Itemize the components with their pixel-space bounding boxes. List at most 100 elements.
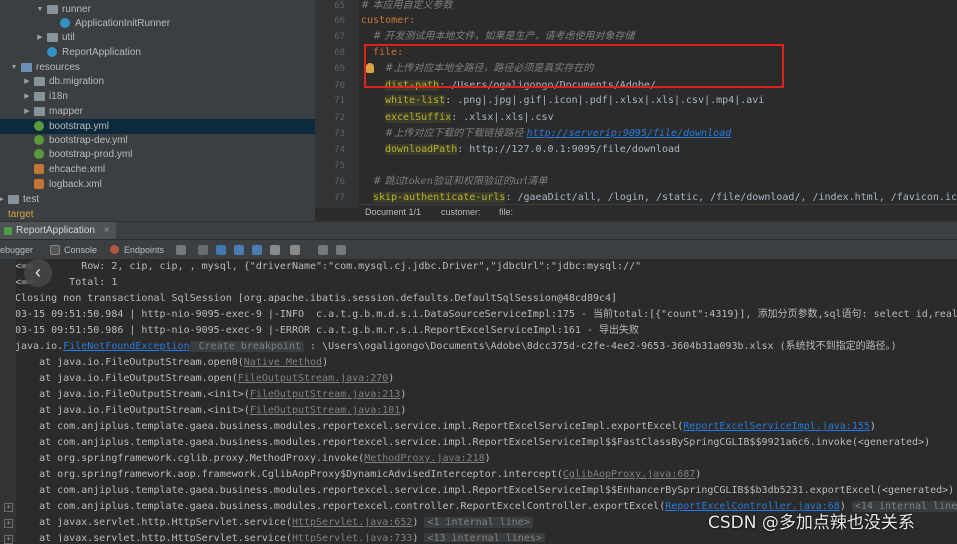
debugger-tab-label: ebugger <box>0 245 34 255</box>
console-line: at java.io.FileOutputStream.open(FileOut… <box>15 373 395 384</box>
code-editor[interactable]: # 本应用自定义参数 customer: # 开发测试用本地文件，如果是生产，请考虑… <box>359 0 957 208</box>
tree-item-label: bootstrap-prod.yml <box>49 149 133 160</box>
list-icon[interactable] <box>336 245 346 255</box>
back-arrow-icon[interactable]: ‹ <box>24 259 52 287</box>
folder-icon <box>34 107 45 116</box>
tree-item-bootstrap-prod-yml[interactable]: bootstrap-prod.yml <box>0 147 315 162</box>
tree-item-label: i18n <box>49 91 68 102</box>
line-number: 75 <box>334 161 345 171</box>
tree-item-bootstrap-dev-yml[interactable]: bootstrap-dev.yml <box>0 133 315 148</box>
tree-item-label: mapper <box>49 106 83 117</box>
tree-item-util[interactable]: ▶ util <box>0 30 315 45</box>
chevron-right-icon[interactable]: ▶ <box>0 192 6 207</box>
tree-item-label: util <box>62 32 75 43</box>
tree-item-i18n[interactable]: ▶ i18n <box>0 89 315 104</box>
folder-icon <box>34 77 45 86</box>
tree-item-bootstrap-yml[interactable]: bootstrap.yml <box>0 119 315 134</box>
console-line: at org.springframework.aop.framework.Cgl… <box>15 469 702 480</box>
chevron-right-icon[interactable]: ▶ <box>22 104 32 119</box>
line-number: 68 <box>334 48 345 58</box>
layout-icon[interactable] <box>176 245 186 255</box>
breadcrumb-customer[interactable]: customer: <box>441 205 481 219</box>
force-step-into-icon[interactable] <box>234 245 244 255</box>
folder-icon <box>47 33 58 42</box>
drop-frame-icon[interactable] <box>270 245 280 255</box>
console-line: at com.anjiplus.template.gaea.business.m… <box>15 485 955 496</box>
folder-icon <box>47 5 58 14</box>
step-into-icon[interactable] <box>216 245 226 255</box>
step-out-icon[interactable] <box>252 245 262 255</box>
chevron-right-icon[interactable]: ▶ <box>22 74 32 89</box>
expand-icon[interactable]: + <box>4 519 13 528</box>
console-line: 03-15 09:51:50.986 | http-nio-9095-exec-… <box>15 325 639 336</box>
tree-item-label: ehcache.xml <box>49 164 106 175</box>
tree-item-mapper[interactable]: ▶ mapper <box>0 104 315 119</box>
run-to-cursor-icon[interactable] <box>290 245 300 255</box>
close-icon[interactable]: × <box>104 225 110 236</box>
evaluate-icon[interactable] <box>318 245 328 255</box>
chevron-right-icon[interactable]: ▶ <box>22 89 32 104</box>
tree-item-reportapplication[interactable]: ReportApplication <box>0 45 315 60</box>
console-line: at java.io.FileOutputStream.<init>(FileO… <box>15 405 407 416</box>
expand-icon[interactable]: + <box>4 535 13 544</box>
yaml-file-icon <box>34 121 44 131</box>
expand-icon[interactable]: + <box>4 503 13 512</box>
tree-item-label: ReportApplication <box>62 47 141 58</box>
chevron-down-icon[interactable]: ▼ <box>35 2 45 17</box>
tree-item-label: bootstrap.yml <box>49 121 110 132</box>
tree-item-logback-xml[interactable]: logback.xml <box>0 177 315 192</box>
tab-report-application[interactable]: ReportApplication × <box>0 222 116 240</box>
step-over-icon[interactable] <box>198 245 208 255</box>
console-line: at javax.servlet.http.HttpServlet.servic… <box>15 531 545 542</box>
tree-item-label: db.migration <box>49 76 105 87</box>
xml-file-icon <box>34 164 44 174</box>
line-number: 73 <box>334 129 345 139</box>
tree-item-ehcache-xml[interactable]: ehcache.xml <box>0 162 315 177</box>
tree-item-resources[interactable]: ▼ resources <box>0 60 315 75</box>
console-line: 03-15 09:51:50.984 | http-nio-9095-exec-… <box>15 309 957 320</box>
tree-item-applicationinitrunner[interactable]: ApplicationInitRunner <box>0 16 315 31</box>
xml-file-icon <box>34 179 44 189</box>
console-line: at org.springframework.cglib.proxy.Metho… <box>15 453 491 464</box>
tree-item-target[interactable]: target <box>0 208 315 221</box>
folder-icon <box>34 92 45 101</box>
line-number: 76 <box>334 177 345 187</box>
endpoints-tab-label: Endpoints <box>124 245 165 255</box>
code-line: #上传对应下载的下载链接路径 http://serverip:9095/file… <box>385 128 732 139</box>
project-tree-panel: ▼ runner ApplicationInitRunner ▶ util ReportA… <box>0 0 315 208</box>
run-tab-label: ReportApplication <box>16 225 95 236</box>
line-number: 66 <box>334 16 345 26</box>
tab-debugger[interactable]: ebugger <box>0 240 33 260</box>
tree-item-label: runner <box>62 4 91 15</box>
console-icon <box>50 245 60 255</box>
chevron-right-icon <box>2 211 6 218</box>
tree-item-runner[interactable]: ▼ runner <box>0 2 315 17</box>
breadcrumb-document[interactable]: Document 1/1 <box>365 205 421 219</box>
tree-item-label: test <box>23 194 40 205</box>
folder-icon <box>21 63 32 72</box>
class-icon <box>47 47 57 57</box>
code-line: # 跳过token验证和权限验证的url清单 <box>373 176 548 187</box>
line-number: 72 <box>334 113 345 123</box>
console-line: at java.io.FileOutputStream.open0(Native… <box>15 357 329 368</box>
tree-item-db-migration[interactable]: ▶ db.migration <box>0 74 315 89</box>
console-line: at com.anjiplus.template.gaea.business.m… <box>15 421 876 432</box>
chevron-right-icon[interactable]: ▶ <box>35 30 45 45</box>
console-output[interactable]: <== Row: 2, cip, cip, , mysql, {"driverN… <box>0 259 957 542</box>
code-line: # 开发测试用本地文件，如果是生产，请考虑使用对象存储 <box>373 31 635 42</box>
line-number: 71 <box>334 96 345 106</box>
watermark: CSDN @多加点辣也没关系 <box>708 513 915 533</box>
editor-breadcrumb: Document 1/1 customer: file: <box>359 204 957 219</box>
tree-item-test[interactable]: ▶ test <box>0 192 315 207</box>
debug-toolbar: ebugger Console Endpoints <box>0 239 957 260</box>
red-annotation-box <box>364 44 784 88</box>
line-number: 69 <box>334 64 345 74</box>
chevron-down-icon[interactable]: ▼ <box>9 60 19 75</box>
editor-gutter: 65 66 67 68 69 70 71 72 73 74 75 76 77 <box>315 0 359 208</box>
tree-item-label: ApplicationInitRunner <box>75 18 171 29</box>
code-line: downloadPath: http://127.0.0.1:9095/file… <box>385 144 681 155</box>
breadcrumb-file[interactable]: file: <box>499 205 513 219</box>
run-tab-bar: ReportApplication × <box>0 221 957 240</box>
class-icon <box>60 18 70 28</box>
console-line: java.io.FileNotFoundException Create bre… <box>15 341 897 352</box>
